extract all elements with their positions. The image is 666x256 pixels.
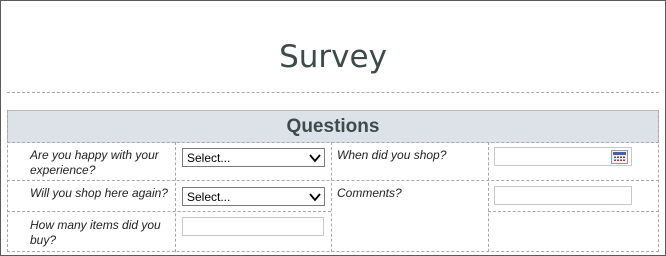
comments-field[interactable] — [494, 186, 632, 205]
happy-select[interactable]: Select... — [182, 148, 325, 167]
survey-form: Survey Questions Are you happy with your… — [0, 0, 666, 256]
when-label: When did you shop? — [337, 148, 447, 162]
grid-line — [7, 180, 659, 181]
shop-again-label: Will you shop here again? — [30, 186, 168, 200]
section-header: Questions — [7, 110, 659, 143]
when-date-field[interactable] — [494, 147, 632, 166]
chevron-down-icon — [309, 193, 321, 202]
grid-line — [488, 142, 489, 252]
grid-line — [7, 211, 331, 212]
happy-select-value: Select... — [187, 151, 231, 165]
grid-line — [7, 142, 659, 143]
grid-line — [488, 211, 659, 212]
shop-again-select-value: Select... — [187, 190, 231, 204]
items-label: How many items did you buy? — [30, 218, 161, 247]
happy-label: Are you happy with your experience? — [30, 148, 159, 177]
grid-line — [7, 110, 8, 252]
grid-line — [7, 251, 659, 252]
shop-again-select[interactable]: Select... — [182, 187, 325, 206]
chevron-down-icon — [309, 154, 321, 163]
page-title: Survey — [279, 39, 387, 75]
comments-label: Comments? — [337, 186, 402, 200]
calendar-icon[interactable] — [611, 150, 628, 164]
items-field[interactable] — [182, 217, 324, 236]
grid-line — [658, 110, 659, 252]
section-title: Questions — [286, 116, 380, 137]
grid-line — [331, 142, 332, 252]
grid-line — [175, 142, 176, 252]
header-divider — [7, 92, 659, 93]
